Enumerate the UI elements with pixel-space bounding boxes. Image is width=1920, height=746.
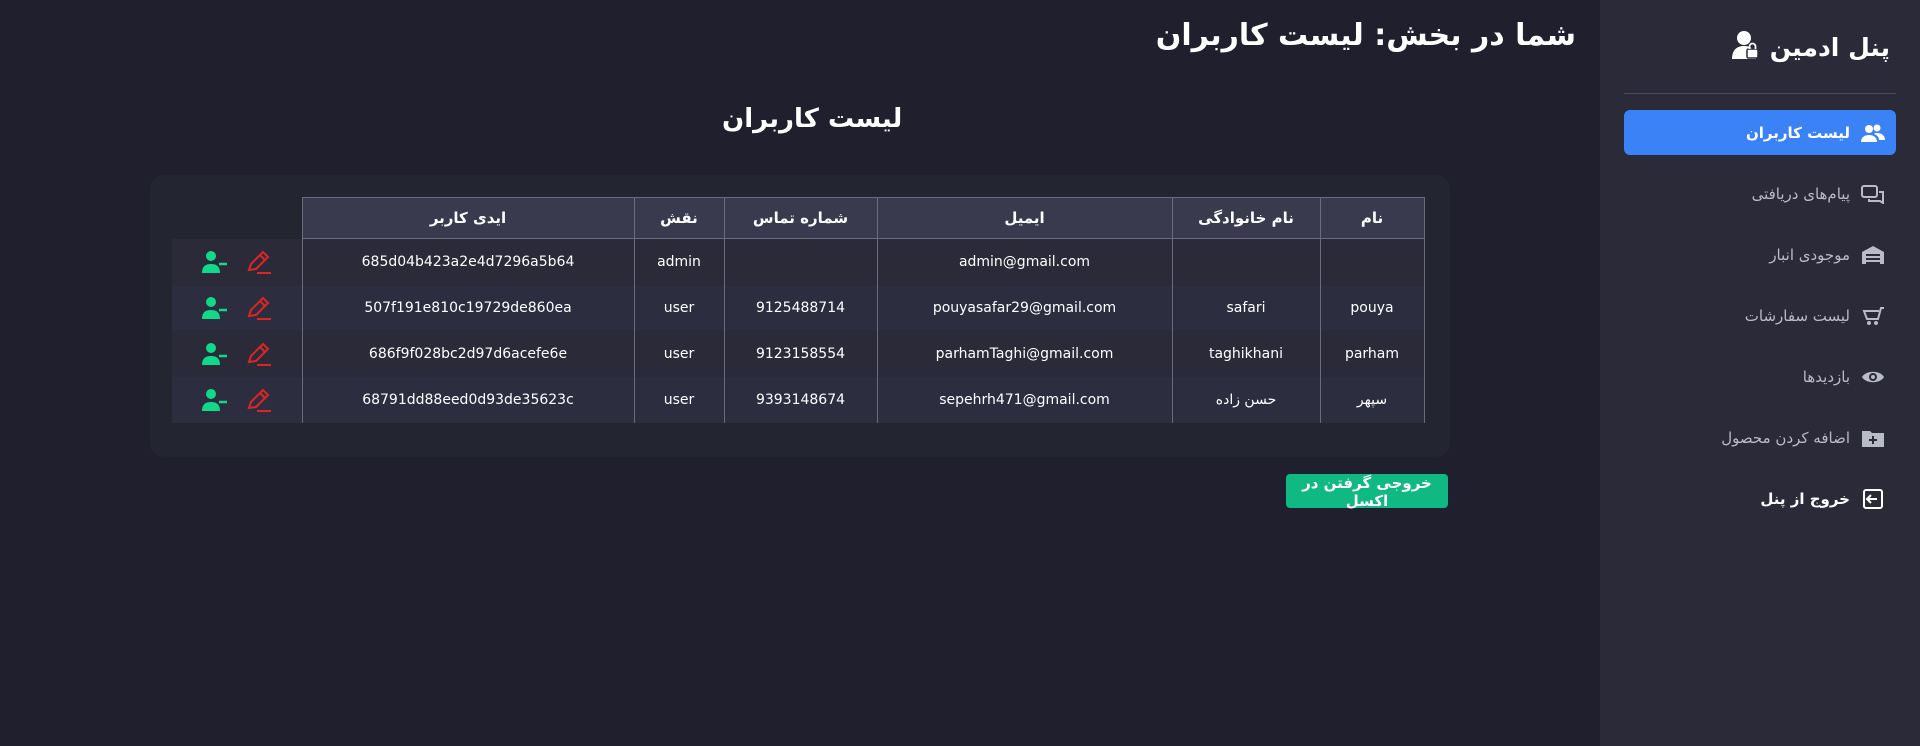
- cell-first-name: pouya: [1319, 284, 1425, 331]
- column-header-actions: [172, 198, 302, 239]
- cell-email: admin@gmail.com: [876, 238, 1173, 285]
- cell-user-id: 685d04b423a2e4d7296a5b64: [301, 238, 635, 285]
- cell-last-name: safari: [1171, 284, 1321, 331]
- users-table: نام نام خانوادگی ایمیل شماره تماس نقش ای…: [172, 197, 1425, 423]
- column-header-email: ایمیل: [876, 197, 1173, 239]
- cell-role: user: [633, 376, 725, 423]
- table-row: pouya safari pouyasafar29@gmail.com 9125…: [172, 284, 1425, 331]
- logout-icon: [1860, 488, 1886, 510]
- page-title: شما در بخش: لیست کاربران: [1155, 18, 1576, 53]
- users-icon: [1860, 122, 1886, 144]
- sidebar-item-label: موجودی انبار: [1769, 245, 1850, 264]
- sidebar-item-messages[interactable]: پیام‌های دریافتی: [1624, 171, 1896, 216]
- sidebar-item-users-list[interactable]: لیست کاربران: [1624, 110, 1896, 155]
- cell-email: parhamTaghi@gmail.com: [876, 330, 1173, 377]
- section-title: لیست کاربران: [722, 104, 903, 134]
- cell-email: sepehrh471@gmail.com: [876, 376, 1173, 423]
- cell-phone: 9123158554: [723, 330, 878, 377]
- cell-role: user: [633, 284, 725, 331]
- cell-actions: [172, 376, 303, 423]
- cell-first-name: سپهر: [1319, 376, 1425, 423]
- cell-phone: 9393148674: [723, 376, 878, 423]
- remove-user-icon[interactable]: [201, 248, 229, 276]
- sidebar-item-orders[interactable]: لیست سفارشات: [1624, 293, 1896, 338]
- cell-first-name: [1319, 238, 1425, 285]
- remove-user-icon[interactable]: [201, 340, 229, 368]
- sidebar-header: پنل ادمین: [1600, 0, 1920, 94]
- sidebar: پنل ادمین لیست کاربران پیام‌های دریافتی: [1600, 0, 1920, 746]
- cell-user-id: 507f191e810c19729de860ea: [301, 284, 635, 331]
- column-header-first-name: نام: [1319, 197, 1425, 239]
- warehouse-icon: [1860, 244, 1886, 266]
- edit-icon[interactable]: [245, 294, 273, 322]
- eye-icon: [1860, 366, 1886, 388]
- edit-icon[interactable]: [245, 340, 273, 368]
- sidebar-item-add-product[interactable]: اضافه کردن محصول: [1624, 415, 1896, 460]
- cell-user-id: 686f9f028bc2d97d6acefe6e: [301, 330, 635, 377]
- column-header-last-name: نام خانوادگی: [1171, 197, 1321, 239]
- sidebar-item-label: لیست کاربران: [1745, 123, 1850, 142]
- cell-actions: [172, 330, 303, 377]
- edit-icon[interactable]: [245, 248, 273, 276]
- remove-user-icon[interactable]: [201, 386, 229, 414]
- sidebar-item-label: لیست سفارشات: [1744, 306, 1850, 325]
- column-header-role: نقش: [633, 197, 725, 239]
- sidebar-title: پنل ادمین: [1769, 32, 1890, 62]
- sidebar-item-label: بازدیدها: [1802, 367, 1850, 386]
- logout-label: خروج از پنل: [1760, 489, 1850, 508]
- edit-icon[interactable]: [245, 386, 273, 414]
- cell-role: admin: [633, 238, 725, 285]
- folder-plus-icon: [1860, 427, 1886, 449]
- cell-first-name: parham: [1319, 330, 1425, 377]
- sidebar-item-logout[interactable]: خروج از پنل: [1624, 476, 1896, 521]
- column-header-user-id: ایدی کاربر: [301, 197, 635, 239]
- cell-email: pouyasafar29@gmail.com: [876, 284, 1173, 331]
- cell-last-name: حسن زاده: [1171, 376, 1321, 423]
- sidebar-divider: [1624, 93, 1896, 94]
- table-row: سپهر حسن زاده sepehrh471@gmail.com 93931…: [172, 376, 1425, 423]
- cell-actions: [172, 238, 303, 285]
- cell-last-name: [1171, 238, 1321, 285]
- cell-last-name: taghikhani: [1171, 330, 1321, 377]
- table-header-row: نام نام خانوادگی ایمیل شماره تماس نقش ای…: [172, 197, 1425, 239]
- cell-role: user: [633, 330, 725, 377]
- table-row: parham taghikhani parhamTaghi@gmail.com …: [172, 330, 1425, 377]
- sidebar-item-label: اضافه کردن محصول: [1721, 428, 1850, 447]
- sidebar-item-visits[interactable]: بازدیدها: [1624, 354, 1896, 399]
- sidebar-item-warehouse[interactable]: موجودی انبار: [1624, 232, 1896, 277]
- admin-user-icon: [1731, 30, 1760, 64]
- table-row: admin@gmail.com admin 685d04b423a2e4d729…: [172, 238, 1425, 285]
- messages-icon: [1860, 183, 1886, 205]
- cell-phone: 9125488714: [723, 284, 878, 331]
- remove-user-icon[interactable]: [201, 294, 229, 322]
- export-excel-button[interactable]: خروجی گرفتن در اکسل: [1286, 474, 1448, 510]
- cell-user-id: 68791dd88eed0d93de35623c: [301, 376, 635, 423]
- sidebar-nav: لیست کاربران پیام‌های دریافتی موجودی انب…: [1624, 110, 1896, 537]
- cell-phone: [723, 238, 878, 285]
- cell-actions: [172, 284, 303, 331]
- cart-icon: [1860, 305, 1886, 327]
- sidebar-item-label: پیام‌های دریافتی: [1751, 184, 1850, 203]
- column-header-phone: شماره تماس: [723, 197, 878, 239]
